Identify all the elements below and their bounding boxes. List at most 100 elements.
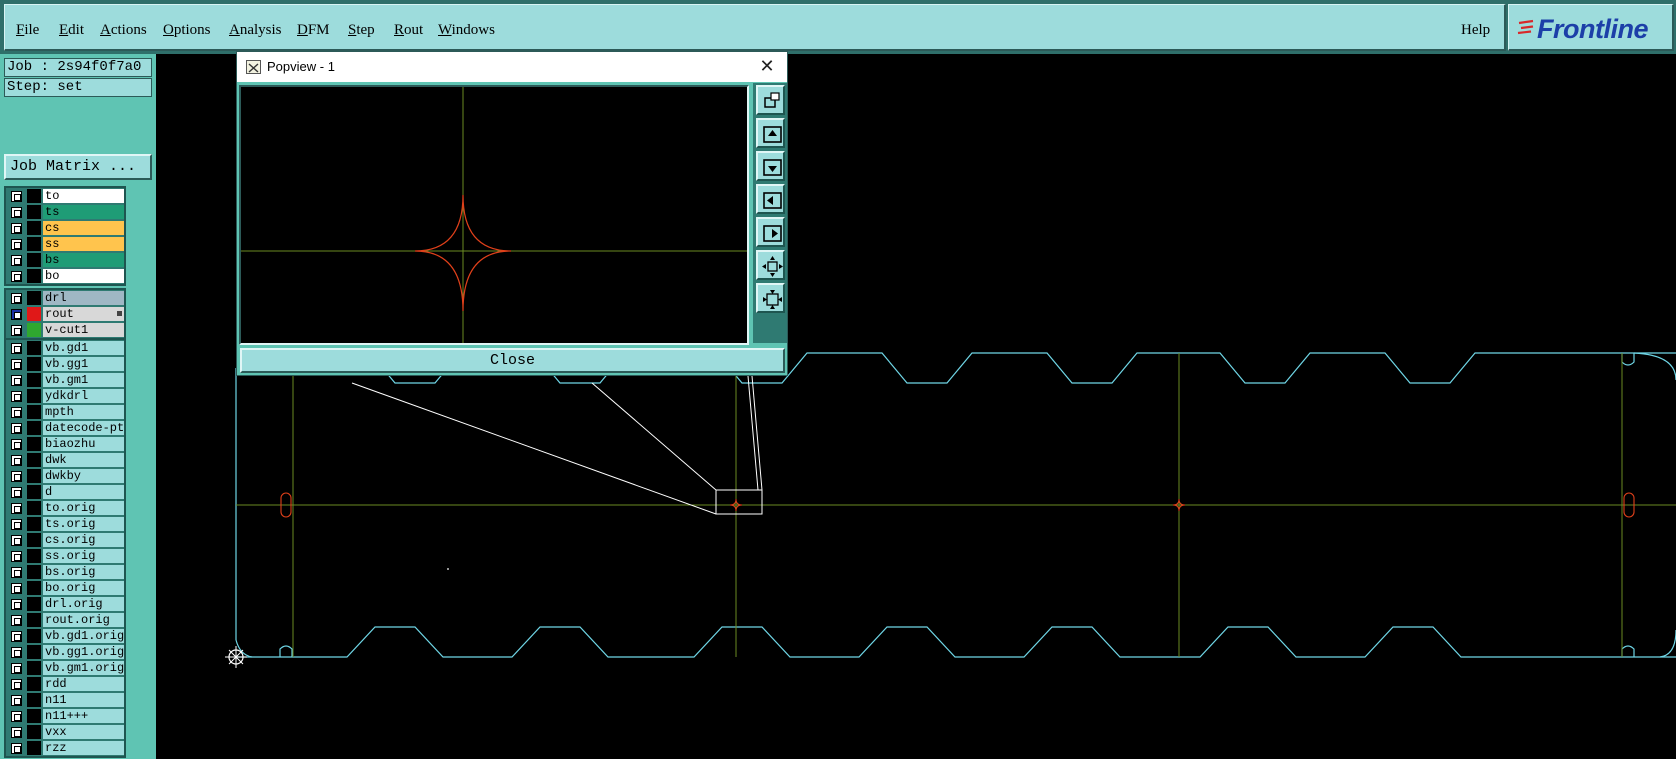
layer-name[interactable]: vb.gd1.orig bbox=[43, 629, 124, 644]
popview-canvas[interactable] bbox=[239, 85, 749, 345]
layer-name[interactable]: drl bbox=[43, 291, 124, 306]
layer-name[interactable]: dwkby bbox=[43, 469, 124, 484]
layer-row-rdd[interactable]: rdd bbox=[6, 676, 124, 692]
layer-checkbox[interactable] bbox=[11, 191, 22, 202]
layer-checkbox[interactable] bbox=[11, 293, 22, 304]
layer-checkbox[interactable] bbox=[11, 325, 22, 336]
layer-row-cs.orig[interactable]: cs.orig bbox=[6, 532, 124, 548]
menu-options[interactable]: Options bbox=[163, 22, 211, 39]
menu-windows[interactable]: Windows bbox=[438, 22, 495, 39]
zoom-in-icon[interactable] bbox=[756, 250, 785, 280]
layer-row-drl.orig[interactable]: drl.orig bbox=[6, 596, 124, 612]
layer-row-ss[interactable]: ss bbox=[6, 236, 124, 252]
layer-name[interactable]: bs.orig bbox=[43, 565, 124, 580]
layer-checkbox[interactable] bbox=[11, 615, 22, 626]
layer-row-to.orig[interactable]: to.orig bbox=[6, 500, 124, 516]
layer-checkbox[interactable] bbox=[11, 375, 22, 386]
layer-checkbox[interactable] bbox=[11, 223, 22, 234]
layer-row-vb.gm1[interactable]: vb.gm1 bbox=[6, 372, 124, 388]
layer-checkbox[interactable] bbox=[11, 423, 22, 434]
pan-down-icon[interactable] bbox=[756, 151, 785, 181]
layer-row-d[interactable]: d bbox=[6, 484, 124, 500]
layer-row-mpth[interactable]: mpth bbox=[6, 404, 124, 420]
zoom-out-icon[interactable] bbox=[756, 283, 785, 313]
pan-left-icon[interactable] bbox=[756, 184, 785, 214]
layer-name[interactable]: ss.orig bbox=[43, 549, 124, 564]
layer-checkbox[interactable] bbox=[11, 455, 22, 466]
layer-name[interactable]: datecode-pte bbox=[43, 421, 124, 436]
layer-row-vb.gd1.orig[interactable]: vb.gd1.orig bbox=[6, 628, 124, 644]
layer-checkbox[interactable] bbox=[11, 391, 22, 402]
layer-checkbox[interactable] bbox=[11, 255, 22, 266]
layer-checkbox[interactable] bbox=[11, 207, 22, 218]
layer-name[interactable]: cs.orig bbox=[43, 533, 124, 548]
menu-step[interactable]: Step bbox=[348, 22, 375, 39]
layer-checkbox[interactable] bbox=[11, 599, 22, 610]
layer-checkbox[interactable] bbox=[11, 471, 22, 482]
layer-row-rout[interactable]: rout bbox=[6, 306, 124, 322]
layer-name[interactable]: bo.orig bbox=[43, 581, 124, 596]
layer-name[interactable]: rzz bbox=[43, 741, 124, 756]
layer-row-rout.orig[interactable]: rout.orig bbox=[6, 612, 124, 628]
menu-file[interactable]: File bbox=[16, 22, 39, 39]
layer-name[interactable]: rdd bbox=[43, 677, 124, 692]
layer-row-ts.orig[interactable]: ts.orig bbox=[6, 516, 124, 532]
layer-checkbox[interactable] bbox=[11, 663, 22, 674]
popview-titlebar[interactable]: Popview - 1 ✕ bbox=[237, 52, 787, 82]
layer-checkbox[interactable] bbox=[11, 647, 22, 658]
layer-checkbox[interactable] bbox=[11, 679, 22, 690]
layer-row-bo[interactable]: bo bbox=[6, 268, 124, 284]
menu-help[interactable]: Help bbox=[1461, 22, 1490, 39]
layer-row-n11[interactable]: n11 bbox=[6, 692, 124, 708]
layer-row-ss.orig[interactable]: ss.orig bbox=[6, 548, 124, 564]
layer-name[interactable]: rout bbox=[43, 307, 124, 322]
layer-row-biaozhu[interactable]: biaozhu bbox=[6, 436, 124, 452]
layer-row-to[interactable]: to bbox=[6, 188, 124, 204]
pan-up-icon[interactable] bbox=[756, 118, 785, 148]
layer-checkbox[interactable] bbox=[11, 727, 22, 738]
layer-name[interactable]: vxx bbox=[43, 725, 124, 740]
layer-name[interactable]: dwk bbox=[43, 453, 124, 468]
layer-name[interactable]: ts.orig bbox=[43, 517, 124, 532]
layer-row-bo.orig[interactable]: bo.orig bbox=[6, 580, 124, 596]
layer-row-vb.gg1.orig[interactable]: vb.gg1.orig bbox=[6, 644, 124, 660]
layer-checkbox[interactable] bbox=[11, 519, 22, 530]
layer-checkbox[interactable] bbox=[11, 711, 22, 722]
layer-name[interactable]: vb.gm1 bbox=[43, 373, 124, 388]
layer-name[interactable]: n11 bbox=[43, 693, 124, 708]
layer-checkbox[interactable] bbox=[11, 583, 22, 594]
layer-checkbox[interactable] bbox=[11, 535, 22, 546]
job-matrix-button[interactable]: Job Matrix ... bbox=[4, 154, 152, 180]
zoom-home-icon[interactable] bbox=[756, 85, 785, 115]
layer-row-dwk[interactable]: dwk bbox=[6, 452, 124, 468]
layer-name[interactable]: cs bbox=[43, 221, 124, 236]
layer-name[interactable]: vb.gg1.orig bbox=[43, 645, 124, 660]
layer-name[interactable]: ts bbox=[43, 205, 124, 220]
layer-row-vb.gm1.orig[interactable]: vb.gm1.orig bbox=[6, 660, 124, 676]
layer-checkbox[interactable] bbox=[11, 343, 22, 354]
layer-row-n11+++[interactable]: n11+++ bbox=[6, 708, 124, 724]
layer-name[interactable]: vb.gd1 bbox=[43, 341, 124, 356]
layer-checkbox[interactable] bbox=[11, 271, 22, 282]
menu-analysis[interactable]: Analysis bbox=[229, 22, 282, 39]
layer-name[interactable]: drl.orig bbox=[43, 597, 124, 612]
layer-name[interactable]: biaozhu bbox=[43, 437, 124, 452]
menu-edit[interactable]: Edit bbox=[59, 22, 84, 39]
layer-checkbox[interactable] bbox=[11, 309, 22, 320]
layer-row-cs[interactable]: cs bbox=[6, 220, 124, 236]
layer-checkbox[interactable] bbox=[11, 551, 22, 562]
layer-checkbox[interactable] bbox=[11, 487, 22, 498]
layer-checkbox[interactable] bbox=[11, 631, 22, 642]
layer-name[interactable]: ydkdrl bbox=[43, 389, 124, 404]
layer-row-drl[interactable]: drl bbox=[6, 290, 124, 306]
popview-close-button[interactable]: Close bbox=[240, 348, 785, 373]
layer-name[interactable]: bo bbox=[43, 269, 124, 284]
layer-name[interactable]: to.orig bbox=[43, 501, 124, 516]
layer-row-v-cut1[interactable]: v-cut1 bbox=[6, 322, 124, 338]
menu-dfm[interactable]: DFM bbox=[297, 22, 330, 39]
layer-name[interactable]: bs bbox=[43, 253, 124, 268]
layer-name[interactable]: v-cut1 bbox=[43, 323, 124, 338]
layer-row-vb.gg1[interactable]: vb.gg1 bbox=[6, 356, 124, 372]
layer-name[interactable]: to bbox=[43, 189, 124, 204]
layer-row-dwkby[interactable]: dwkby bbox=[6, 468, 124, 484]
